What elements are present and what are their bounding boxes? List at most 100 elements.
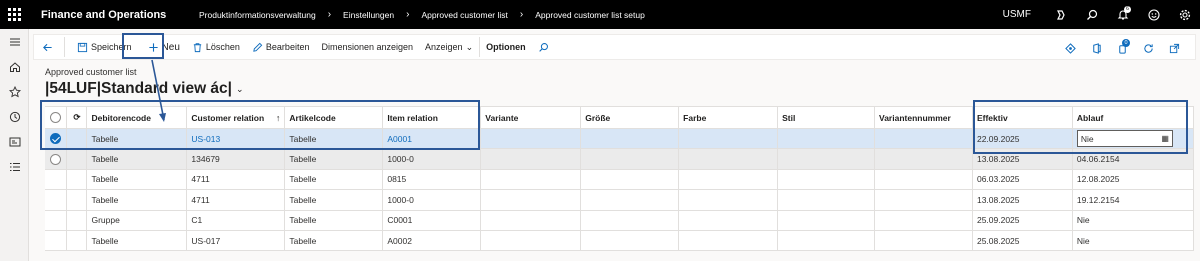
workspace-icon[interactable]	[0, 129, 29, 154]
grid-cell[interactable]: 134679	[186, 148, 286, 170]
list-icon[interactable]	[0, 154, 29, 179]
grid-cell[interactable]: 13.08.2025	[972, 148, 1073, 170]
grid-cell[interactable]: US-017	[186, 230, 286, 252]
grid-cell[interactable]	[777, 210, 875, 231]
gear-icon[interactable]	[1169, 0, 1200, 29]
column-header[interactable]: Ablauf	[1072, 106, 1195, 129]
table-row[interactable]: Tabelle 4711 Tabelle 1000-0 13.08.2025 1…	[45, 189, 1195, 211]
grid-cell-link[interactable]: A0001	[382, 128, 482, 150]
refresh-page-icon[interactable]	[1137, 35, 1163, 61]
grid-cell[interactable]: Tabelle	[284, 148, 384, 170]
grid-cell[interactable]: Tabelle	[86, 169, 188, 191]
column-header[interactable]: Effektiv	[972, 106, 1073, 129]
expiration-date-input[interactable]: Nie ▦	[1076, 130, 1173, 148]
delete-button[interactable]: Löschen	[186, 34, 246, 60]
save-button[interactable]: Speichern	[71, 34, 138, 60]
grid-cell[interactable]: 19.12.2154	[1072, 189, 1195, 211]
grid-cell[interactable]	[580, 169, 680, 191]
column-header[interactable]: Variante	[480, 106, 582, 129]
column-header[interactable]: Stil	[777, 106, 875, 129]
grid-cell[interactable]	[678, 169, 779, 191]
grid-cell[interactable]	[777, 128, 875, 150]
column-header[interactable]: Customer relation ↑	[186, 106, 286, 129]
select-all-checkbox[interactable]	[45, 106, 68, 129]
grid-cell[interactable]	[580, 230, 680, 252]
row-selector[interactable]	[45, 148, 68, 170]
grid-cell[interactable]: 12.08.2025	[1072, 169, 1195, 191]
row-selector[interactable]	[45, 230, 68, 252]
grid-cell[interactable]: 1000-0	[382, 189, 482, 211]
grid-cell[interactable]	[874, 128, 973, 150]
grid-cell[interactable]: 06.03.2025	[972, 169, 1073, 191]
grid-cell[interactable]: Tabelle	[284, 169, 384, 191]
grid-cell[interactable]: C0001	[382, 210, 482, 231]
clock-icon[interactable]	[0, 104, 29, 129]
smiley-icon[interactable]	[1138, 0, 1169, 29]
back-button[interactable]	[34, 37, 65, 57]
grid-cell[interactable]: 0815	[382, 169, 482, 191]
star-icon[interactable]	[0, 79, 29, 104]
table-row[interactable]: Tabelle US-013 Tabelle A0001 22.09.2025 …	[45, 128, 1195, 150]
breadcrumb-item[interactable]: Approved customer list	[421, 10, 507, 20]
row-selector[interactable]	[45, 128, 68, 150]
grid-cell[interactable]: 1000-0	[382, 148, 482, 170]
grid-cell-editing[interactable]: Nie ▦	[1072, 128, 1195, 150]
search-icon[interactable]	[1076, 0, 1107, 29]
bell-icon[interactable]: 6	[1107, 0, 1138, 29]
row-selector[interactable]	[45, 189, 68, 211]
grid-cell[interactable]	[580, 148, 680, 170]
grid-cell[interactable]	[777, 148, 875, 170]
calendar-icon[interactable]: ▦	[1161, 134, 1169, 143]
grid-cell[interactable]	[480, 210, 582, 231]
grid-cell[interactable]: Nie	[1072, 230, 1195, 252]
grid-cell[interactable]	[678, 210, 779, 231]
column-header[interactable]: Farbe	[678, 106, 779, 129]
grid-cell[interactable]: Nie	[1072, 210, 1195, 231]
grid-cell[interactable]	[480, 169, 582, 191]
table-row[interactable]: Gruppe C1 Tabelle C0001 25.09.2025 Nie	[45, 210, 1195, 231]
home-icon[interactable]	[0, 54, 29, 79]
show-dimensions-button[interactable]: Dimensionen anzeigen	[315, 34, 419, 60]
row-selector[interactable]	[45, 210, 68, 231]
new-button[interactable]: Neu	[142, 34, 186, 60]
show-menu-button[interactable]: Anzeigen ⌄	[419, 34, 479, 60]
grid-cell[interactable]: 13.08.2025	[972, 189, 1073, 211]
grid-cell[interactable]: 4711	[186, 169, 286, 191]
grid-cell[interactable]	[580, 189, 680, 211]
table-row[interactable]: Tabelle 134679 Tabelle 1000-0 13.08.2025…	[45, 148, 1195, 170]
grid-cell[interactable]	[874, 210, 973, 231]
grid-cell[interactable]	[777, 169, 875, 191]
grid-cell[interactable]	[874, 169, 973, 191]
power-apps-icon[interactable]	[1059, 35, 1085, 61]
grid-cell[interactable]: 22.09.2025	[972, 128, 1073, 150]
table-row[interactable]: Tabelle 4711 Tabelle 0815 06.03.2025 12.…	[45, 169, 1195, 191]
grid-cell[interactable]	[678, 148, 779, 170]
grid-cell[interactable]: Tabelle	[86, 230, 188, 252]
breadcrumb-item[interactable]: Produktinformationsverwaltung	[199, 10, 316, 20]
refresh-grid-icon[interactable]: ⟳	[66, 106, 88, 129]
grid-cell[interactable]: Tabelle	[86, 148, 188, 170]
grid-cell[interactable]: Tabelle	[284, 189, 384, 211]
attachments-button[interactable]: 0	[1111, 35, 1137, 61]
column-header[interactable]: Artikelcode	[284, 106, 384, 129]
grid-cell[interactable]: Tabelle	[284, 128, 384, 150]
breadcrumb-item[interactable]: Approved customer list setup	[535, 10, 645, 20]
grid-cell[interactable]	[480, 230, 582, 252]
copilot-icon[interactable]	[1045, 0, 1076, 29]
grid-cell[interactable]: 25.08.2025	[972, 230, 1073, 252]
grid-cell[interactable]: C1	[186, 210, 286, 231]
grid-cell[interactable]: Tabelle	[284, 210, 384, 231]
grid-cell[interactable]: Tabelle	[86, 189, 188, 211]
grid-cell[interactable]	[777, 189, 875, 211]
waffle-icon[interactable]	[0, 0, 29, 29]
grid-cell[interactable]	[874, 189, 973, 211]
grid-cell[interactable]: 4711	[186, 189, 286, 211]
app-title[interactable]: Finance and Operations	[29, 9, 169, 21]
grid-cell[interactable]	[580, 128, 680, 150]
table-row[interactable]: Tabelle US-017 Tabelle A0002 25.08.2025 …	[45, 230, 1195, 252]
office-icon[interactable]	[1085, 35, 1111, 61]
column-header[interactable]: Variantennummer	[874, 106, 973, 129]
grid-cell[interactable]: 04.06.2154	[1072, 148, 1195, 170]
grid-cell[interactable]	[678, 189, 779, 211]
options-tab[interactable]: Optionen	[479, 37, 532, 57]
